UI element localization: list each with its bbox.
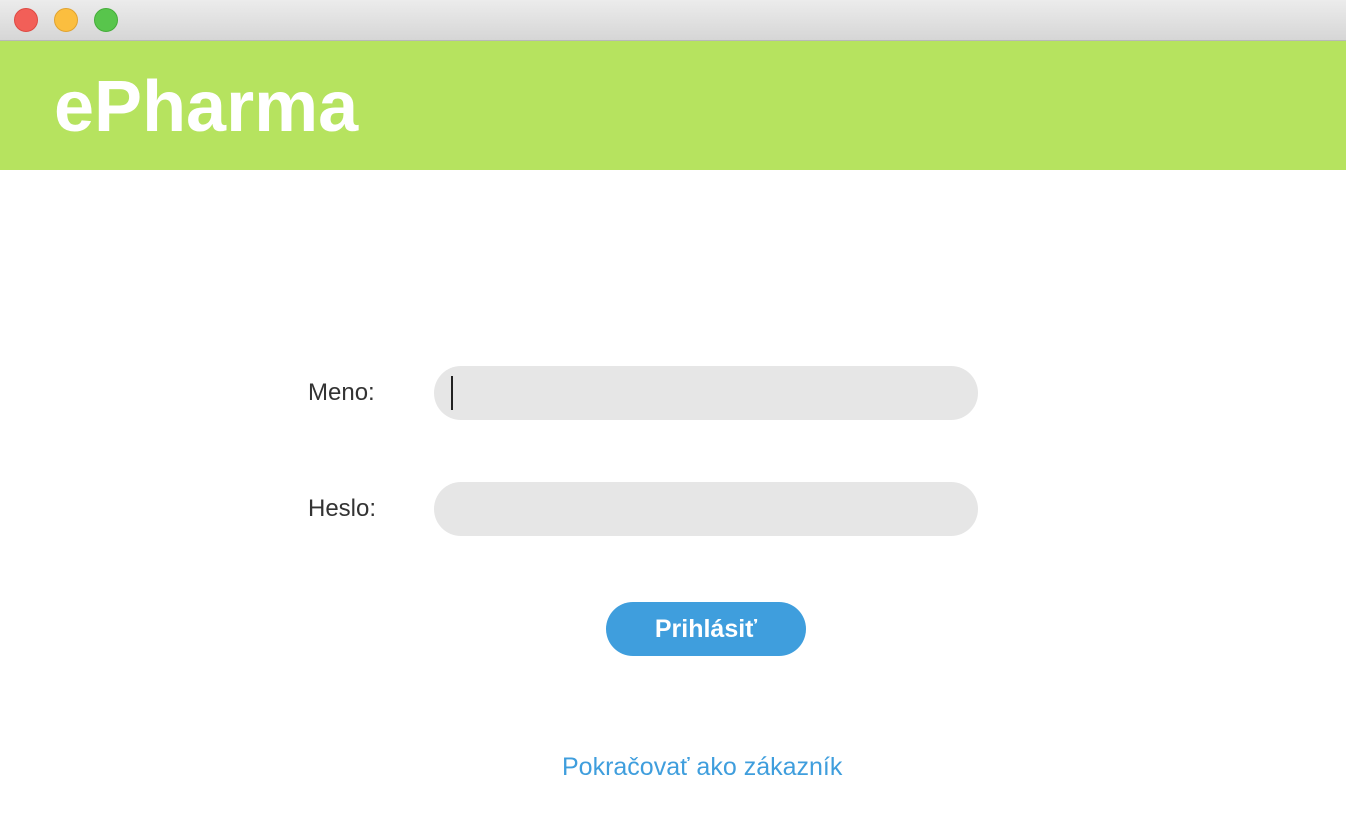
- username-label: Meno:: [308, 379, 375, 406]
- app-header: ePharma: [0, 41, 1346, 170]
- password-input[interactable]: [434, 482, 978, 536]
- continue-as-customer-link[interactable]: Pokračovať ako zákazník: [562, 752, 842, 782]
- app-window: ePharma Meno: Heslo: Prihlásiť Pokračova…: [0, 0, 1346, 840]
- brand-logo-text: ePharma: [54, 67, 359, 147]
- text-caret: [451, 376, 453, 410]
- minimize-icon[interactable]: [54, 8, 78, 32]
- login-button[interactable]: Prihlásiť: [606, 602, 806, 656]
- title-bar[interactable]: [0, 0, 1346, 41]
- password-label: Heslo:: [308, 495, 377, 522]
- username-input[interactable]: [434, 366, 978, 420]
- close-icon[interactable]: [14, 8, 38, 32]
- maximize-icon[interactable]: [94, 8, 118, 32]
